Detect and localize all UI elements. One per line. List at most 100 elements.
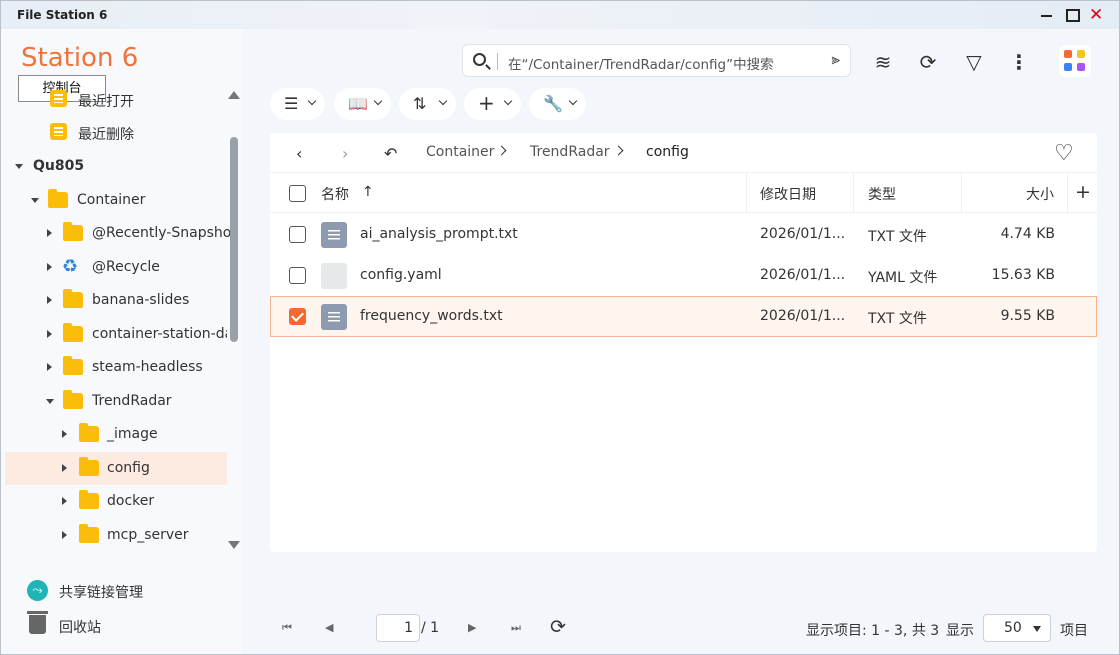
next-page-icon[interactable]: ▶ [468,621,476,634]
header-modified[interactable]: 修改日期 [760,184,816,204]
breadcrumb-container[interactable]: Container [426,144,494,160]
sidebar-item-recent-deleted[interactable]: 最近删除 [5,116,227,149]
sidebar-item-label: 最近打开 [78,94,134,110]
folder-icon [63,222,83,241]
page-size-select[interactable]: 50 [983,614,1051,642]
expand-icon[interactable] [47,229,52,237]
tree-item-mcp-server[interactable]: mcp_server [5,519,227,552]
search-bar[interactable]: 在“/Container/TrendRadar/config”中搜索 ⫸ [462,44,851,77]
tree-item-banana-slides[interactable]: banana-slides [5,284,227,317]
select-all-checkbox[interactable] [289,185,306,202]
file-size: 15.63 KB [991,267,1055,283]
tree-item-steam-headless[interactable]: steam-headless [5,351,227,384]
tree-item-trendradar[interactable]: TrendRadar [5,385,227,418]
sidebar-item-share-links[interactable]: ⤳ 共享链接管理 [1,574,243,608]
stack-icon[interactable]: ≋ [871,50,895,74]
tree-item-recycle[interactable]: ♻ @Recycle [5,251,227,284]
column-divider[interactable] [853,173,854,213]
create-button[interactable]: + [464,88,521,120]
view-list-button[interactable]: ☰ [270,88,325,120]
header-size[interactable]: 大小 [1026,184,1054,204]
table-row[interactable]: config.yaml 2026/01/1... YAML 文件 15.63 K… [270,255,1097,296]
tree-item-image[interactable]: _image [5,418,227,451]
tree-item-docker[interactable]: docker [5,485,227,518]
maximize-icon[interactable] [1065,7,1081,23]
tree-item-container[interactable]: Container [5,184,227,217]
row-checkbox[interactable] [289,308,306,325]
first-page-icon[interactable]: ⏮ [282,621,292,635]
chevron-down-icon [568,96,578,106]
tree-item-container-station-data[interactable]: container-station-data [5,318,227,351]
tree-item-recently-snapshot[interactable]: @Recently-Snapshot [5,217,237,250]
table-row[interactable]: ai_analysis_prompt.txt 2026/01/1... TXT … [270,214,1097,255]
more-icon[interactable]: ⋮ [1007,50,1031,74]
page-total: / 1 [421,620,440,636]
table-row[interactable]: frequency_words.txt 2026/01/1... TXT 文件 … [270,296,1097,337]
show-label: 显示 [946,623,974,639]
column-divider[interactable] [1067,173,1068,213]
column-divider[interactable] [746,173,747,213]
breadcrumb-trendradar[interactable]: TrendRadar [530,144,610,160]
tree-item-label: TrendRadar [92,393,172,409]
folder-icon [63,356,83,375]
expand-icon[interactable] [46,399,54,404]
folder-icon [63,390,83,409]
search-icon[interactable] [473,53,486,66]
last-page-icon[interactable]: ⏭ [511,621,521,635]
back-icon[interactable]: ‹ [296,144,302,163]
app-grid-icon[interactable] [1059,45,1091,77]
search-filter-icon[interactable]: ⫸ [832,50,840,68]
search-input[interactable]: 在“/Container/TrendRadar/config”中搜索 [508,53,774,73]
sidebar-item-recent-open[interactable]: 最近打开 [5,83,227,116]
expand-icon[interactable] [62,531,67,539]
tools-button[interactable]: 🔧 [529,88,586,120]
refresh-page-icon[interactable]: ⟳ [550,616,566,638]
scroll-up-icon[interactable] [228,91,240,99]
filter-add-icon[interactable]: ▽ [962,50,986,74]
navigation-row: ‹ › ↶ Container TrendRadar config ♡ [270,133,1097,173]
refresh-icon[interactable]: ⟳ [916,50,940,74]
header-type[interactable]: 类型 [868,184,896,204]
prev-page-icon[interactable]: ◀ [325,621,333,634]
tree-item-label: mcp_server [107,527,189,543]
expand-icon[interactable] [62,464,67,472]
expand-icon[interactable] [62,430,67,438]
scroll-down-icon[interactable] [228,541,240,549]
recycle-icon: ♻ [62,256,79,277]
tree-item-qu805[interactable]: Qu805 [5,150,227,183]
folder-icon [48,189,68,208]
add-column-icon[interactable]: + [1075,181,1091,203]
sidebar-scrollbar[interactable] [230,137,238,342]
minimize-icon[interactable] [1039,7,1055,23]
expand-icon[interactable] [47,263,52,271]
tree-item-label: @Recently-Snapshot [92,225,237,241]
expand-icon[interactable] [47,296,52,304]
expand-icon[interactable] [47,330,52,338]
close-icon[interactable]: ✕ [1089,7,1105,24]
sidebar-item-recycle-bin[interactable]: 回收站 [1,609,243,643]
row-checkbox[interactable] [289,226,306,243]
text-file-icon [321,304,347,330]
parent-folder-icon[interactable]: ↶ [384,144,397,163]
expand-icon[interactable] [15,164,23,169]
chevron-down-icon [503,96,513,106]
page-number-input[interactable]: 1 [376,614,420,642]
favorite-heart-icon[interactable]: ♡ [1054,141,1074,166]
file-panel: ‹ › ↶ Container TrendRadar config ♡ 名称 ↑… [270,133,1097,552]
sort-button[interactable]: ⇅ [399,88,456,120]
tree-item-label: banana-slides [92,292,190,308]
forward-icon[interactable]: › [342,144,348,163]
tree-item-config[interactable]: config [5,452,227,485]
expand-icon[interactable] [62,497,67,505]
bookmark-button[interactable]: 📖 [334,88,391,120]
expand-icon[interactable] [47,363,52,371]
list-icon [50,123,67,140]
file-modified: 2026/01/1... [760,308,846,324]
header-name[interactable]: 名称 [321,184,349,204]
breadcrumb-config[interactable]: config [646,144,689,160]
column-divider[interactable] [961,173,962,213]
sort-arrow-up-icon[interactable]: ↑ [362,184,374,200]
file-name: config.yaml [360,267,442,283]
row-checkbox[interactable] [289,267,306,284]
expand-icon[interactable] [31,198,39,203]
